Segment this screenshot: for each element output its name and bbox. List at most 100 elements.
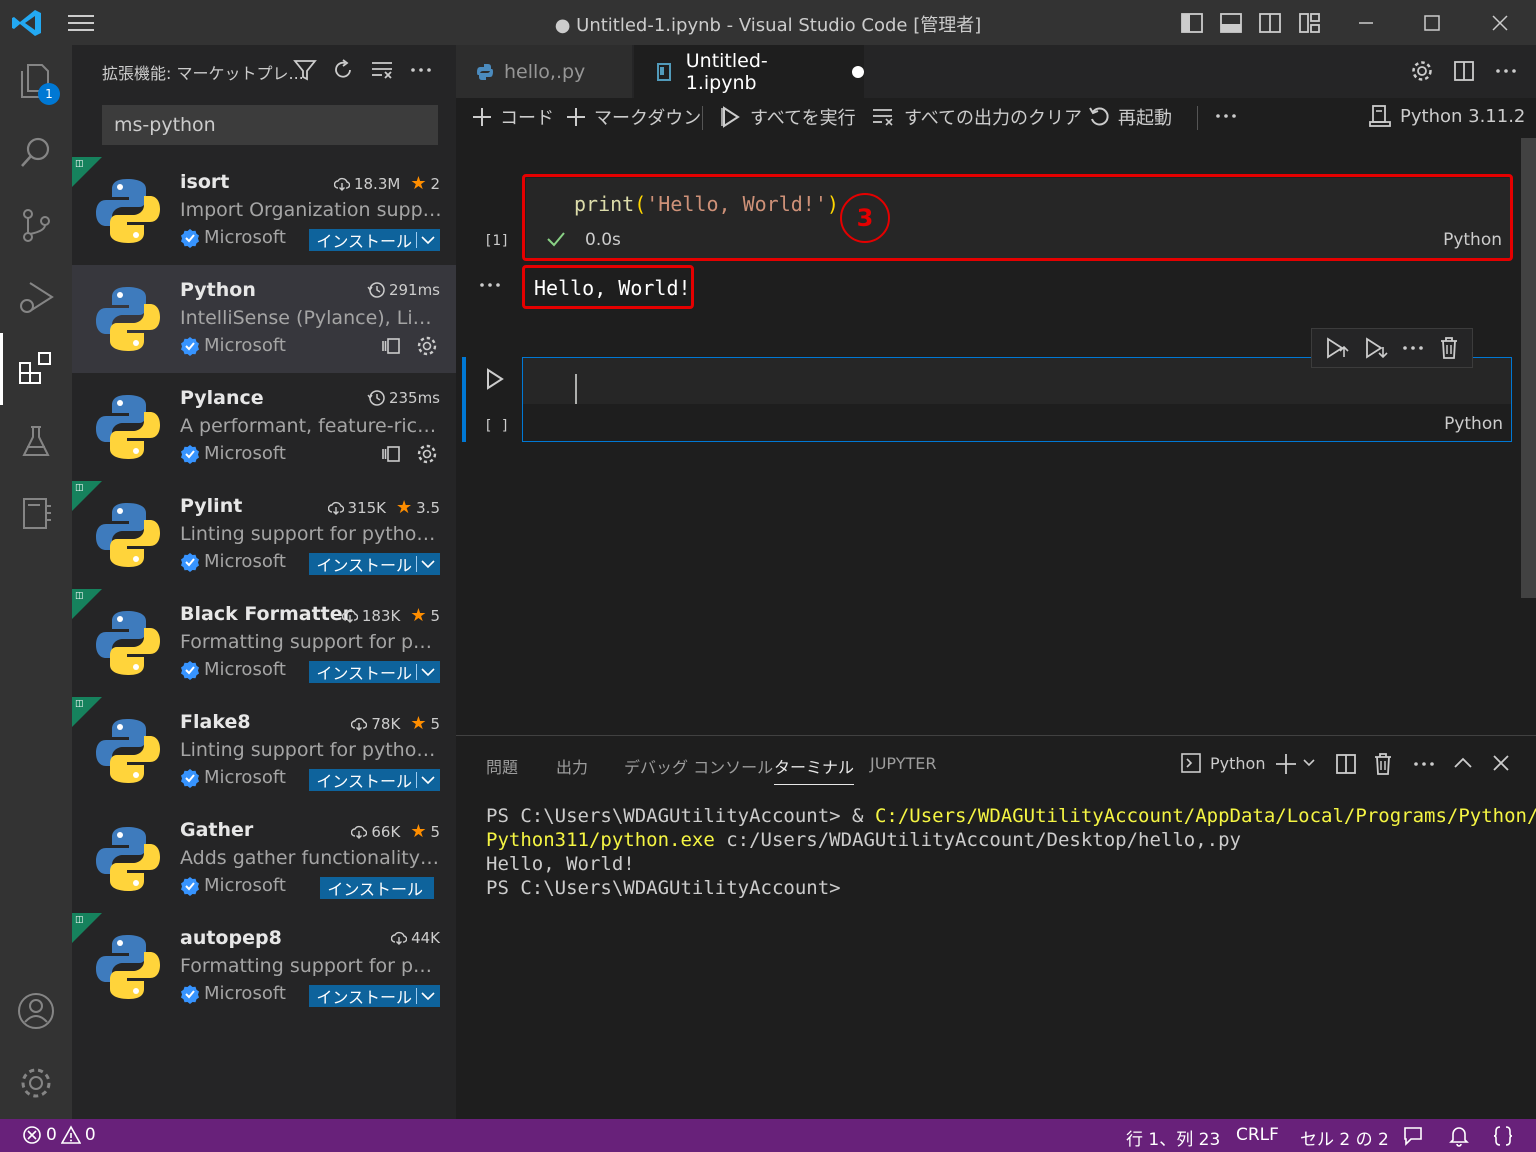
extension-publisher[interactable]: Microsoft xyxy=(180,875,286,896)
install-button[interactable]: インストール xyxy=(309,229,440,251)
install-label: インストール xyxy=(316,664,412,683)
source-control-button[interactable] xyxy=(0,189,72,261)
toggle-sidebar-icon[interactable] xyxy=(1179,10,1205,36)
extension-item-black-formatter[interactable]: ◫ Black Formatter Formatting support for p… xyxy=(72,589,456,697)
cursor-position[interactable]: 行 1、列 23 xyxy=(1126,1125,1220,1150)
feedback-icon[interactable] xyxy=(1402,1125,1424,1147)
tab-output[interactable]: 出力 xyxy=(556,754,588,778)
extension-publisher[interactable]: Microsoft xyxy=(180,767,286,788)
tab-problems[interactable]: 問題 xyxy=(486,754,518,778)
tab-hello-py[interactable]: hello,.py xyxy=(456,45,632,98)
install-button[interactable]: インストール xyxy=(309,985,440,1007)
close-window-button[interactable] xyxy=(1480,8,1520,38)
extension-publisher[interactable]: Microsoft xyxy=(180,551,286,572)
install-button[interactable]: インストール xyxy=(309,553,440,575)
publisher-name: Microsoft xyxy=(204,983,286,1004)
install-dropdown[interactable] xyxy=(416,556,439,572)
eol-status[interactable]: CRLF xyxy=(1236,1125,1279,1145)
dirty-indicator-icon[interactable] xyxy=(852,65,864,78)
add-markdown-cell-button[interactable]: マークダウン xyxy=(566,104,701,130)
extension-item-flake8[interactable]: ◫ Flake8 Linting support for python fi... M… xyxy=(72,697,456,805)
close-panel-icon[interactable] xyxy=(1492,754,1510,772)
install-button[interactable]: インストール xyxy=(309,661,440,683)
extensions-button[interactable] xyxy=(0,333,72,405)
extension-item-gather[interactable]: Gather Adds gather functionality in ... Mi… xyxy=(72,805,456,913)
run-debug-button[interactable] xyxy=(0,261,72,333)
notebook-settings-gear-icon[interactable] xyxy=(1410,59,1434,83)
extension-item-python[interactable]: Python IntelliSense (Pylance), Lintin... M… xyxy=(72,265,456,373)
trash-icon[interactable] xyxy=(1438,336,1460,360)
install-dropdown[interactable] xyxy=(416,232,439,248)
sync-ignored-icon[interactable] xyxy=(380,443,402,465)
run-above-icon[interactable] xyxy=(1324,335,1350,361)
clear-all-outputs-button[interactable]: すべての出力のクリア xyxy=(872,104,1082,130)
code-cell-2[interactable]: Python xyxy=(522,357,1512,442)
tab-debug-console[interactable]: デバッグ コンソール xyxy=(624,754,773,778)
extension-publisher[interactable]: Microsoft xyxy=(180,443,286,464)
extension-item-pylance[interactable]: Pylance A performant, feature-rich la... M… xyxy=(72,373,456,481)
run-below-icon[interactable] xyxy=(1363,335,1389,361)
chevron-down-icon[interactable] xyxy=(1302,756,1316,770)
maximize-button[interactable] xyxy=(1412,8,1452,38)
search-button[interactable] xyxy=(0,117,72,189)
extension-publisher[interactable]: Microsoft xyxy=(180,335,286,356)
extension-item-isort[interactable]: ◫ isort Import Organization suppor... Micro… xyxy=(72,157,456,265)
install-button[interactable]: インストール xyxy=(320,877,434,899)
panel-more-icon[interactable] xyxy=(1412,752,1436,776)
extension-name: autopep8 xyxy=(180,927,282,949)
install-button[interactable]: インストール xyxy=(309,769,440,791)
manage-button[interactable] xyxy=(0,1047,72,1119)
notifications-bell-icon[interactable] xyxy=(1448,1125,1470,1147)
manage-gear-icon[interactable] xyxy=(416,335,438,357)
kill-terminal-trash-icon[interactable] xyxy=(1372,752,1394,776)
tab-untitled-ipynb[interactable]: Untitled-1.ipynb xyxy=(634,45,864,98)
extension-publisher[interactable]: Microsoft xyxy=(180,227,286,248)
output-more-icon[interactable] xyxy=(478,276,502,294)
sync-ignored-icon[interactable] xyxy=(380,335,402,357)
filter-button[interactable] xyxy=(292,57,318,83)
install-dropdown[interactable] xyxy=(416,664,439,680)
extension-item-autopep8[interactable]: ◫ autopep8 Formatting support for pyth... M… xyxy=(72,913,456,1021)
split-terminal-icon[interactable] xyxy=(1334,752,1358,776)
run-all-button[interactable]: すべてを実行 xyxy=(720,104,856,130)
clear-results-button[interactable] xyxy=(369,57,395,83)
terminal-selector[interactable]: Python xyxy=(1180,752,1265,774)
add-code-cell-button[interactable]: コード xyxy=(472,104,554,130)
minimize-button[interactable] xyxy=(1346,8,1386,38)
install-dropdown[interactable] xyxy=(416,772,439,788)
cell-more-icon[interactable] xyxy=(1401,336,1425,360)
extension-item-pylint[interactable]: ◫ Pylint Linting support for python fi... M… xyxy=(72,481,456,589)
toggle-secondary-sidebar-icon[interactable] xyxy=(1257,10,1283,36)
split-editor-icon[interactable] xyxy=(1452,59,1476,83)
extension-publisher[interactable]: Microsoft xyxy=(180,983,286,1004)
toolbar-more-button[interactable] xyxy=(1214,104,1238,128)
python-extension-icon xyxy=(96,287,160,351)
toggle-panel-icon[interactable] xyxy=(1218,10,1244,36)
jupyter-button[interactable] xyxy=(0,477,72,549)
accounts-button[interactable] xyxy=(0,975,72,1047)
manage-gear-icon[interactable] xyxy=(416,443,438,465)
refresh-button[interactable] xyxy=(330,57,356,83)
kernel-picker[interactable]: Python 3.11.2 xyxy=(1368,104,1525,128)
new-terminal-plus-icon[interactable] xyxy=(1274,752,1298,776)
more-actions-button[interactable] xyxy=(408,57,434,83)
restart-kernel-button[interactable]: 再起動 xyxy=(1088,104,1172,130)
tab-jupyter[interactable]: JUPYTER xyxy=(870,754,937,773)
problems-status[interactable]: 0 0 xyxy=(22,1125,96,1145)
more-actions-icon[interactable] xyxy=(1494,59,1518,83)
install-dropdown[interactable] xyxy=(416,988,439,1004)
extensions-search-input[interactable]: ms-python xyxy=(102,105,438,145)
menu-icon[interactable] xyxy=(66,12,96,34)
testing-button[interactable] xyxy=(0,405,72,477)
explorer-button[interactable]: 1 xyxy=(0,45,72,117)
cell-status[interactable]: セル 2 の 2 xyxy=(1300,1125,1389,1150)
extension-publisher[interactable]: Microsoft xyxy=(180,659,286,680)
customize-layout-icon[interactable] xyxy=(1297,10,1323,36)
cell-2-language[interactable]: Python xyxy=(1444,414,1503,434)
tab-terminal[interactable]: ターミナル xyxy=(774,754,855,785)
editor-scrollbar[interactable] xyxy=(1521,138,1536,598)
run-cell-icon[interactable] xyxy=(484,367,506,391)
braces-icon[interactable] xyxy=(1492,1125,1514,1147)
terminal-output[interactable]: PS C:\Users\WDAGUtilityAccount> & C:/Use… xyxy=(486,804,1536,900)
maximize-panel-chevron-up-icon[interactable] xyxy=(1452,752,1474,774)
